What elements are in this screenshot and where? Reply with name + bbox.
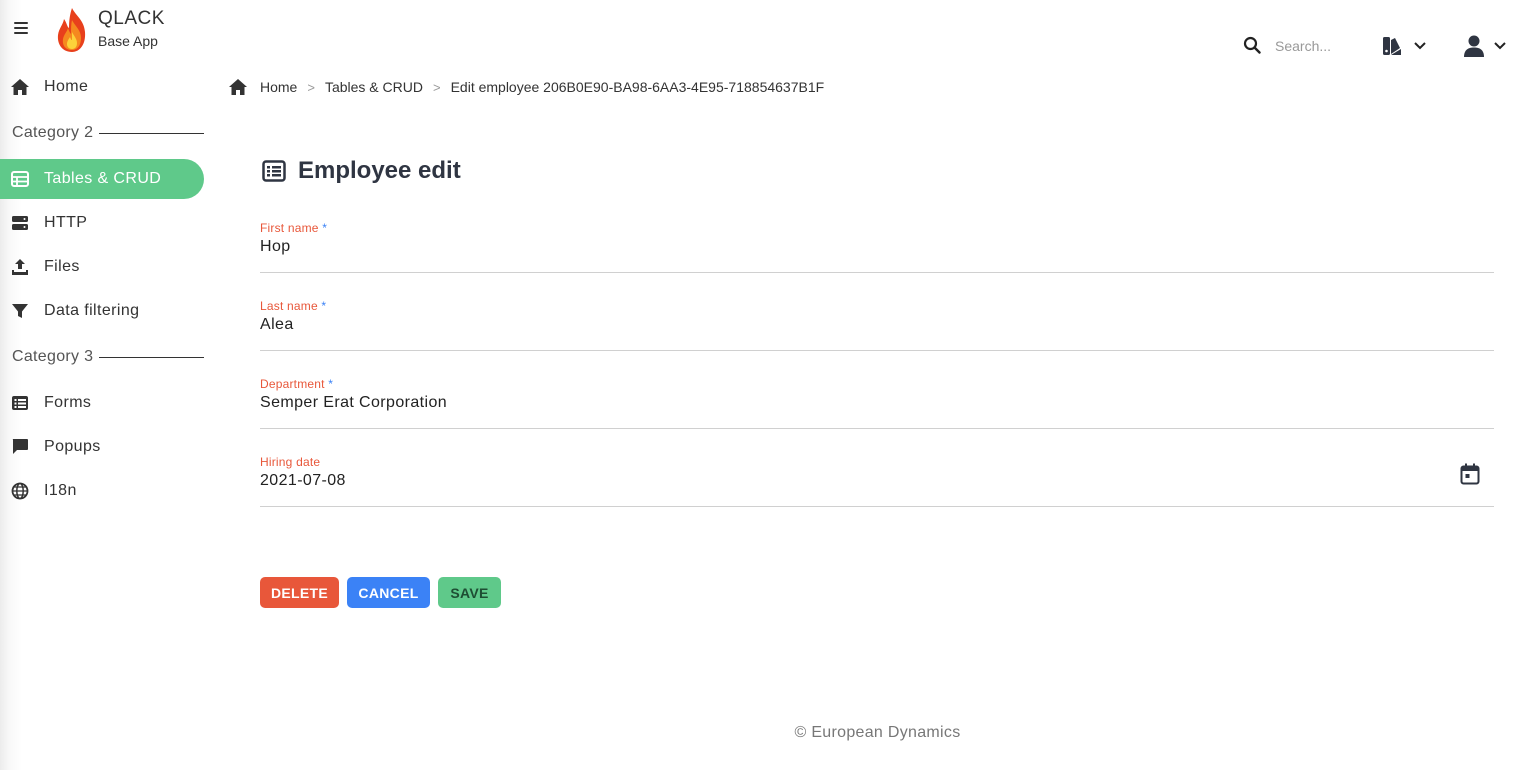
page-title-text: Employee edit bbox=[298, 157, 461, 184]
page-title: Employee edit bbox=[262, 157, 461, 185]
first-name-label-text: First name bbox=[260, 221, 319, 235]
breadcrumb-tables-crud[interactable]: Tables & CRUD bbox=[325, 79, 423, 95]
department-label: Department * bbox=[260, 377, 333, 391]
delete-button[interactable]: DELETE bbox=[260, 577, 339, 608]
department-input[interactable] bbox=[260, 391, 1440, 415]
last-name-input[interactable] bbox=[260, 313, 1440, 337]
breadcrumb: Home > Tables & CRUD > Edit employee 206… bbox=[228, 78, 824, 96]
upload-icon bbox=[10, 257, 30, 277]
sidebar-item-label: Tables & CRUD bbox=[44, 170, 162, 187]
hiring-date-input[interactable] bbox=[260, 469, 1440, 493]
chevron-down-icon bbox=[1494, 42, 1506, 50]
home-icon[interactable] bbox=[228, 78, 248, 96]
sidebar: QLACK Base App Home Category 2 Tables & … bbox=[0, 0, 212, 770]
sidebar-item-label: Popups bbox=[44, 438, 101, 455]
sidebar-item-http[interactable]: HTTP bbox=[0, 203, 204, 243]
chevron-right-icon: > bbox=[432, 79, 441, 95]
sidebar-item-label: Data filtering bbox=[44, 302, 140, 319]
first-name-field: First name * bbox=[260, 221, 1494, 273]
search-input[interactable] bbox=[1275, 36, 1365, 56]
department-label-text: Department bbox=[260, 377, 325, 391]
globe-icon bbox=[10, 481, 30, 501]
breadcrumb-current: Edit employee 206B0E90-BA98-6AA3-4E95-71… bbox=[450, 79, 825, 95]
required-marker: * bbox=[322, 221, 328, 235]
filter-icon bbox=[10, 301, 30, 321]
list-icon bbox=[10, 393, 30, 413]
last-name-label: Last name * bbox=[260, 299, 326, 313]
sidebar-item-label: Files bbox=[44, 258, 80, 275]
required-marker: * bbox=[321, 299, 327, 313]
menu-icon[interactable] bbox=[14, 22, 28, 34]
chevron-right-icon: > bbox=[307, 79, 315, 95]
sidebar-item-label: HTTP bbox=[44, 214, 88, 231]
category-2-header: Category 2 bbox=[12, 124, 204, 142]
flame-logo-icon bbox=[57, 8, 86, 52]
user-icon bbox=[1464, 35, 1484, 57]
category-label: Category 3 bbox=[12, 348, 94, 365]
category-3-header: Category 3 bbox=[12, 348, 204, 366]
app-subtitle: Base App bbox=[98, 33, 158, 49]
sidebar-item-data-filtering[interactable]: Data filtering bbox=[0, 291, 204, 331]
sidebar-item-label: Home bbox=[44, 78, 89, 95]
table-icon bbox=[262, 160, 286, 182]
sidebar-item-tables-crud[interactable]: Tables & CRUD bbox=[0, 159, 204, 199]
breadcrumb-home[interactable]: Home bbox=[260, 79, 297, 95]
last-name-label-text: Last name bbox=[260, 299, 318, 313]
cancel-button[interactable]: CANCEL bbox=[347, 577, 430, 608]
calendar-icon[interactable] bbox=[1460, 463, 1480, 485]
sidebar-item-forms[interactable]: Forms bbox=[0, 383, 204, 423]
table-icon bbox=[10, 169, 30, 189]
category-label: Category 2 bbox=[12, 124, 94, 141]
search-icon[interactable] bbox=[1243, 36, 1261, 54]
first-name-input[interactable] bbox=[260, 235, 1440, 259]
sidebar-item-files[interactable]: Files bbox=[0, 247, 204, 287]
palette-swatch-icon bbox=[1383, 37, 1401, 55]
theme-dropdown[interactable] bbox=[1381, 32, 1427, 60]
sidebar-item-popups[interactable]: Popups bbox=[0, 427, 204, 467]
hiring-date-label: Hiring date bbox=[260, 455, 321, 469]
sidebar-item-label: Forms bbox=[44, 394, 92, 411]
department-field: Department * bbox=[260, 377, 1494, 429]
server-icon bbox=[10, 213, 30, 233]
sidebar-item-home[interactable]: Home bbox=[0, 67, 204, 107]
footer: © European Dynamics bbox=[794, 724, 961, 741]
chevron-down-icon bbox=[1414, 42, 1426, 50]
first-name-label: First name * bbox=[260, 221, 327, 235]
sidebar-item-i18n[interactable]: I18n bbox=[0, 471, 204, 511]
comment-icon bbox=[10, 437, 30, 457]
save-button[interactable]: SAVE bbox=[438, 577, 501, 608]
app-title: QLACK bbox=[98, 8, 165, 29]
required-marker: * bbox=[328, 377, 334, 391]
hiring-date-field: Hiring date bbox=[260, 455, 1494, 507]
user-menu-dropdown[interactable] bbox=[1463, 32, 1507, 60]
last-name-field: Last name * bbox=[260, 299, 1494, 351]
sidebar-item-label: I18n bbox=[44, 482, 77, 499]
brand: QLACK Base App bbox=[98, 8, 165, 49]
home-icon bbox=[10, 77, 30, 97]
